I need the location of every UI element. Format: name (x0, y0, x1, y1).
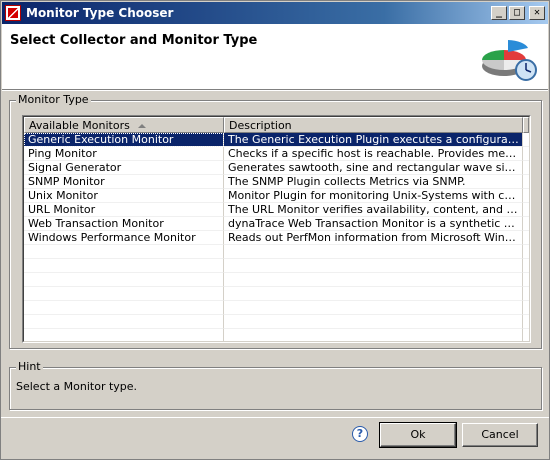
app-logo-icon (5, 5, 21, 21)
banner-title: Select Collector and Monitor Type (10, 33, 258, 48)
window-controls: _ □ ✕ (491, 6, 545, 20)
table-row[interactable]: URL Monitor The URL Monitor verifies avai… (24, 203, 529, 217)
monitor-name-cell: Ping Monitor (24, 147, 224, 161)
monitor-description-cell: Reads out PerfMon information from Micro… (224, 231, 523, 245)
table-body: Generic Execution Monitor The Generic Exe… (24, 133, 529, 342)
monitor-name-cell: Web Transaction Monitor (24, 217, 224, 231)
filler-cell (523, 273, 529, 287)
filler-cell (523, 147, 529, 161)
filler-cell (523, 203, 529, 217)
table-row[interactable]: Ping Monitor Checks if a specific host is… (24, 147, 529, 161)
monitor-description-cell (224, 315, 523, 329)
filler-cell (523, 315, 529, 329)
monitor-name-cell: Windows Performance Monitor (24, 231, 224, 245)
monitor-description-cell: The URL Monitor verifies availability, c… (224, 203, 523, 217)
banner-divider (2, 90, 548, 91)
monitor-name-cell: Generic Execution Monitor (24, 133, 224, 147)
empty-row (24, 273, 529, 287)
table-row[interactable]: Generic Execution Monitor The Generic Exe… (24, 133, 529, 147)
table-row[interactable]: Signal Generator Generates sawtooth, sine… (24, 161, 529, 175)
header-banner: Select Collector and Monitor Type (2, 24, 548, 90)
monitor-description-cell (224, 287, 523, 301)
monitor-description-cell: Generates sawtooth, sine and rectangular… (224, 161, 523, 175)
filler-cell (523, 161, 529, 175)
monitor-description-cell (224, 259, 523, 273)
column-header-filler (523, 117, 529, 133)
title-bar[interactable]: Monitor Type Chooser _ □ ✕ (2, 2, 548, 24)
cancel-button[interactable]: Cancel (462, 423, 538, 447)
monitor-name-cell (24, 273, 224, 287)
close-button[interactable]: ✕ (529, 6, 545, 20)
column-header-description[interactable]: Description (224, 117, 523, 133)
sort-ascending-icon (137, 124, 146, 128)
filler-cell (523, 189, 529, 203)
hint-group: Hint Select a Monitor type. (9, 360, 542, 410)
hint-text: Select a Monitor type. (16, 380, 138, 393)
monitor-name-cell (24, 287, 224, 301)
monitor-description-cell (224, 273, 523, 287)
empty-row (24, 329, 529, 342)
maximize-button[interactable]: □ (509, 6, 525, 20)
table-row[interactable]: Unix Monitor Monitor Plugin for monitorin… (24, 189, 529, 203)
monitor-description-cell: Checks if a specific host is reachable. … (224, 147, 523, 161)
filler-cell (523, 133, 529, 147)
monitor-description-cell: The SNMP Plugin collects Metrics via SNM… (224, 175, 523, 189)
monitor-table[interactable]: Available Monitors Description Generic E… (22, 115, 531, 343)
column-label: Description (229, 119, 292, 132)
monitor-name-cell (24, 259, 224, 273)
filler-cell (523, 287, 529, 301)
monitor-name-cell (24, 315, 224, 329)
pie-chart-clock-icon (482, 40, 537, 81)
empty-row (24, 245, 529, 259)
monitor-name-cell: URL Monitor (24, 203, 224, 217)
empty-row (24, 259, 529, 273)
filler-cell (523, 245, 529, 259)
empty-row (24, 315, 529, 329)
monitor-name-cell: Signal Generator (24, 161, 224, 175)
monitor-name-cell (24, 245, 224, 259)
empty-row (24, 287, 529, 301)
filler-cell (523, 301, 529, 315)
monitor-type-group: Monitor Type Available Monitors Descript… (9, 93, 542, 349)
filler-cell (523, 329, 529, 342)
monitor-description-cell (224, 301, 523, 315)
filler-cell (523, 175, 529, 189)
monitor-description-cell: The Generic Execution Plugin executes a … (224, 133, 523, 147)
dialog-window: Monitor Type Chooser _ □ ✕ Select Collec… (0, 0, 550, 460)
table-header: Available Monitors Description (24, 117, 529, 133)
hint-legend: Hint (16, 360, 43, 373)
filler-cell (523, 231, 529, 245)
monitor-type-legend: Monitor Type (16, 93, 91, 106)
footer-divider (1, 417, 549, 418)
monitor-name-cell: Unix Monitor (24, 189, 224, 203)
monitor-name-cell: SNMP Monitor (24, 175, 224, 189)
empty-row (24, 301, 529, 315)
minimize-button[interactable]: _ (491, 6, 507, 20)
ok-button[interactable]: Ok (379, 422, 457, 448)
monitor-description-cell (224, 245, 523, 259)
monitor-description-cell (224, 329, 523, 342)
filler-cell (523, 217, 529, 231)
table-row[interactable]: Windows Performance Monitor Reads out Per… (24, 231, 529, 245)
monitor-description-cell: Monitor Plugin for monitoring Unix-Syste… (224, 189, 523, 203)
monitor-description-cell: dynaTrace Web Transaction Monitor is a s… (224, 217, 523, 231)
window-title: Monitor Type Chooser (26, 6, 174, 20)
monitor-name-cell (24, 329, 224, 342)
column-header-available-monitors[interactable]: Available Monitors (24, 117, 224, 133)
help-icon[interactable]: ? (352, 426, 368, 442)
column-label: Available Monitors (29, 119, 130, 132)
monitor-name-cell (24, 301, 224, 315)
filler-cell (523, 259, 529, 273)
table-row[interactable]: Web Transaction Monitor dynaTrace Web Tra… (24, 217, 529, 231)
table-row[interactable]: SNMP Monitor The SNMP Plugin collects Met… (24, 175, 529, 189)
